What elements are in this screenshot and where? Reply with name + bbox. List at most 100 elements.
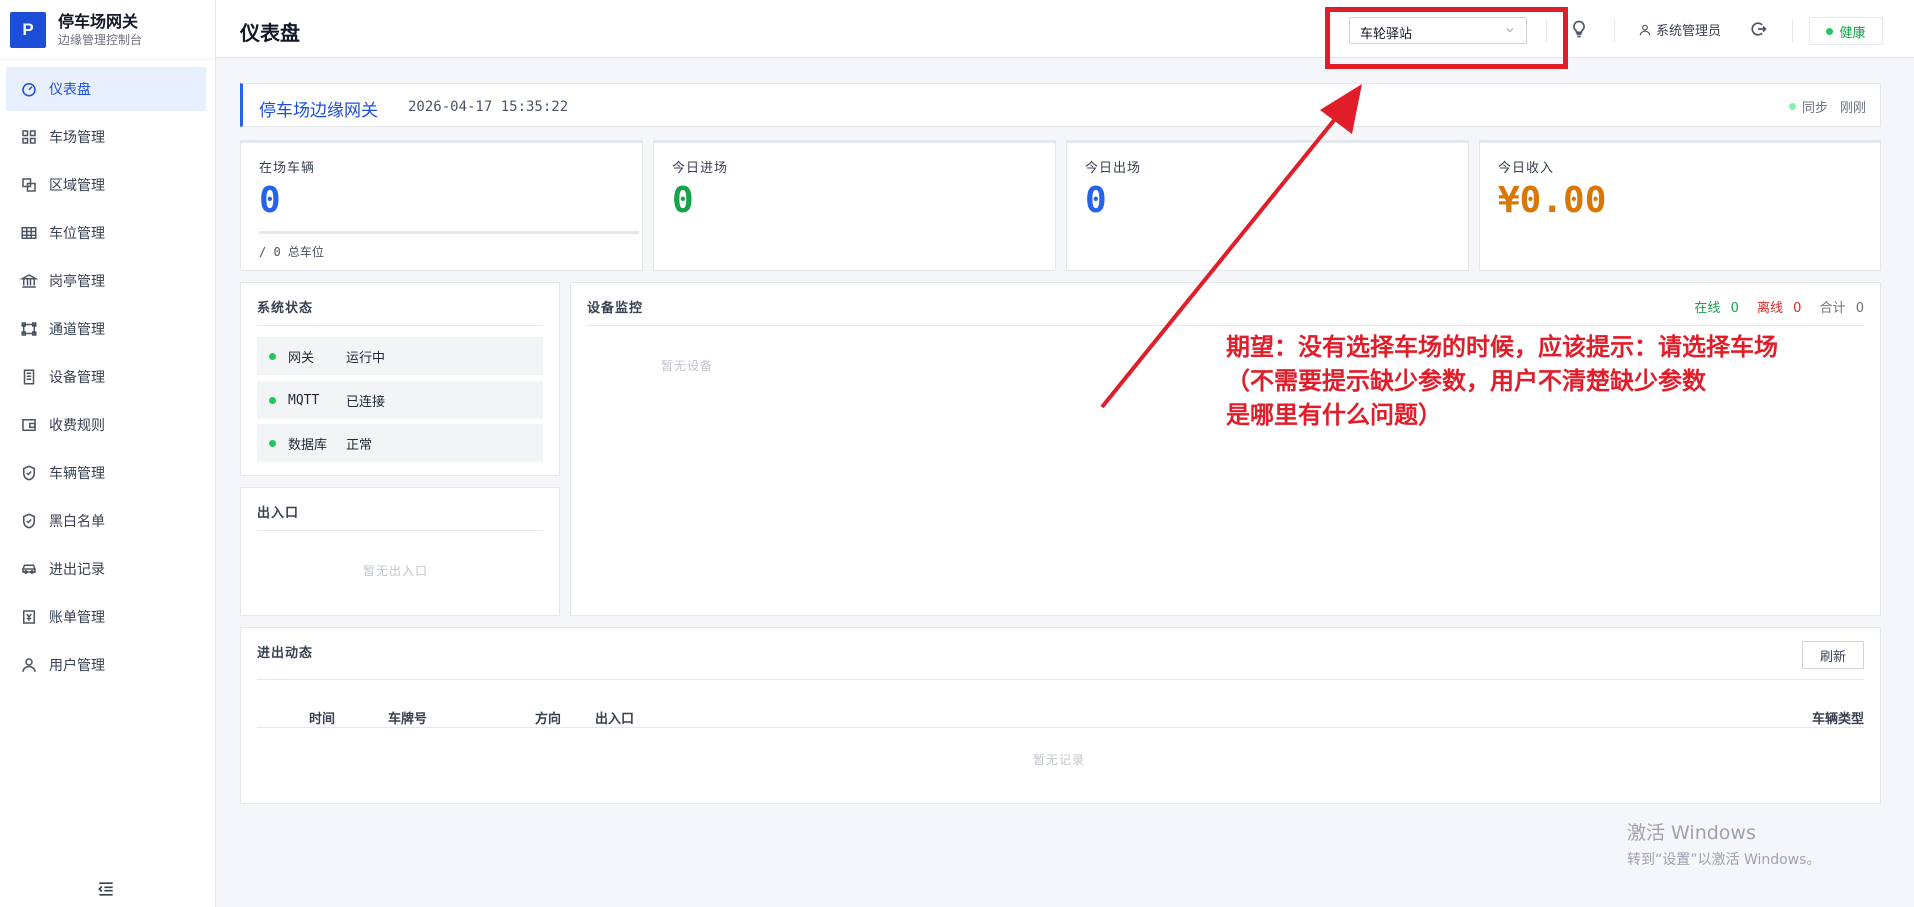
stat-value: 0: [672, 180, 694, 221]
stat-label: 今日收入: [1498, 161, 1555, 176]
lightbulb-icon[interactable]: [1569, 19, 1589, 39]
sidebar-item-label: 账单管理: [49, 610, 105, 626]
brand: P 停车场网关 边缘管理控制台: [0, 0, 215, 60]
entrances-panel: 出入口 暂无出入口: [240, 487, 560, 616]
collapse-icon[interactable]: [96, 879, 116, 899]
status-row-mqtt: MQTT 已连接: [257, 381, 543, 419]
sidebar-item-label: 进出记录: [49, 562, 105, 578]
stat-footer: / 0 总车位: [259, 245, 324, 259]
shield-icon: [20, 464, 38, 482]
sidebar-item-blacklist[interactable]: 黑白名单: [6, 499, 206, 543]
occupancy-bar: [259, 231, 639, 234]
page-title: 仪表盘: [240, 21, 300, 45]
stat-label: 今日进场: [672, 161, 729, 176]
sidebar-item-spaces[interactable]: 车位管理: [6, 211, 206, 255]
channel-icon: [20, 320, 38, 338]
status-row-database: 数据库 正常: [257, 424, 543, 462]
sidebar-item-label: 收费规则: [49, 418, 105, 434]
sidebar-item-label: 岗亭管理: [49, 274, 105, 290]
sidebar-item-users[interactable]: 用户管理: [6, 643, 206, 687]
sidebar-item-booths[interactable]: 岗亭管理: [6, 259, 206, 303]
user-name: 系统管理员: [1656, 24, 1722, 39]
sidebar-item-label: 车位管理: [49, 226, 105, 242]
stat-card-today-exits: 今日出场 0: [1066, 140, 1469, 271]
sidebar-nav: 仪表盘 车场管理 区域管理 车位管理 岗亭管理 通道管理 设备管理 收费规则 车…: [0, 67, 215, 687]
system-status-panel: 系统状态 网关 运行中 MQTT 已连接 数据库 正常: [240, 282, 560, 476]
empty-records: 暂无记录: [1033, 753, 1086, 767]
sidebar-item-label: 设备管理: [49, 370, 105, 386]
sidebar-item-channels[interactable]: 通道管理: [6, 307, 206, 351]
empty-entrances: 暂无出入口: [363, 564, 429, 578]
sidebar: P 停车场网关 边缘管理控制台 仪表盘 车场管理 区域管理 车位管理 岗亭管理 …: [0, 0, 216, 907]
bank-icon: [20, 272, 38, 290]
logout-icon[interactable]: [1748, 19, 1768, 39]
status-dot: [269, 396, 276, 404]
bill-icon: [20, 608, 38, 626]
col-time: 时间: [309, 712, 336, 727]
brand-logo: P: [10, 11, 46, 48]
user-icon: [20, 656, 38, 674]
table-icon: [20, 224, 38, 242]
col-vehicle-type: 车辆类型: [1811, 712, 1864, 727]
sidebar-item-label: 区域管理: [49, 178, 105, 194]
sidebar-item-bills[interactable]: 账单管理: [6, 595, 206, 639]
status-dot: [269, 439, 276, 447]
section-title: 出入口: [257, 506, 300, 521]
stat-value: 0: [259, 180, 281, 221]
gateway-banner: 停车场边缘网关 2026-04-17 15:35:22 同步 刚刚: [240, 83, 1881, 127]
windows-activation-watermark: 激活 Windows 转到“设置”以激活 Windows。: [1627, 822, 1821, 868]
banner-title: 停车场边缘网关: [259, 101, 378, 121]
stat-card-vehicles-in-lot: 在场车辆 0 / 0 总车位: [240, 140, 643, 271]
dashboard-icon: [20, 80, 38, 98]
stat-card-today-entries: 今日进场 0: [653, 140, 1056, 271]
empty-devices: 暂无设备: [661, 359, 714, 373]
sidebar-item-label: 车场管理: [49, 130, 105, 146]
col-direction: 方向: [535, 712, 562, 727]
header-divider: [1614, 20, 1615, 42]
stat-value: ¥0.00: [1498, 180, 1607, 221]
section-title: 设备监控: [587, 301, 644, 316]
stat-card-today-revenue: 今日收入 ¥0.00: [1479, 140, 1881, 271]
sidebar-item-label: 黑白名单: [49, 514, 105, 530]
user-menu[interactable]: 系统管理员: [1638, 20, 1721, 39]
sidebar-item-label: 车辆管理: [49, 466, 105, 482]
sidebar-item-devices[interactable]: 设备管理: [6, 355, 206, 399]
col-entrance: 出入口: [595, 712, 635, 727]
brand-subtitle: 边缘管理控制台: [58, 32, 143, 47]
top-header: 仪表盘 车轮驿站 系统管理员 健康: [216, 0, 1914, 58]
col-plate: 车牌号: [388, 712, 428, 727]
sidebar-item-label: 通道管理: [49, 322, 105, 338]
sidebar-item-fees[interactable]: 收费规则: [6, 403, 206, 447]
shield-icon: [20, 512, 38, 530]
car-icon: [20, 560, 38, 578]
activity-panel: 进出动态 刷新 时间 车牌号 方向 出入口 车辆类型 暂无记录: [240, 627, 1881, 804]
sidebar-item-records[interactable]: 进出记录: [6, 547, 206, 591]
section-title: 进出动态: [257, 646, 314, 661]
device-counts: 在线 0 离线 0 合计 0: [1694, 301, 1864, 316]
sidebar-item-areas[interactable]: 区域管理: [6, 163, 206, 207]
sync-status: 同步 刚刚: [1788, 97, 1866, 116]
sidebar-item-label: 仪表盘: [49, 82, 91, 98]
brand-title: 停车场网关: [58, 11, 139, 31]
device-icon: [20, 368, 38, 386]
app-window: P 停车场网关 边缘管理控制台 仪表盘 车场管理 区域管理 车位管理 岗亭管理 …: [0, 0, 1914, 907]
section-title: 系统状态: [257, 301, 314, 316]
health-label: 健康: [1839, 25, 1866, 41]
sync-dot: [1788, 103, 1796, 110]
annotation-highlight-box: [1325, 7, 1568, 69]
health-badge: 健康: [1809, 17, 1883, 45]
area-icon: [20, 176, 38, 194]
banner-datetime: 2026-04-17 15:35:22: [408, 99, 569, 115]
sync-time: 刚刚: [1839, 101, 1866, 116]
annotation-text: 期望：没有选择车场的时候，应该提示：请选择车场 （不需要提示缺少参数，用户不清楚…: [1226, 333, 1778, 429]
stat-label: 在场车辆: [259, 161, 316, 176]
sidebar-item-dashboard[interactable]: 仪表盘: [6, 67, 206, 111]
sidebar-item-label: 用户管理: [49, 658, 105, 674]
status-dot: [1826, 27, 1834, 35]
header-divider: [1792, 20, 1793, 42]
refresh-button[interactable]: 刷新: [1802, 641, 1864, 669]
sidebar-item-lots[interactable]: 车场管理: [6, 115, 206, 159]
sidebar-item-vehicles[interactable]: 车辆管理: [6, 451, 206, 495]
wallet-icon: [20, 416, 38, 434]
user-icon: [1639, 24, 1651, 35]
